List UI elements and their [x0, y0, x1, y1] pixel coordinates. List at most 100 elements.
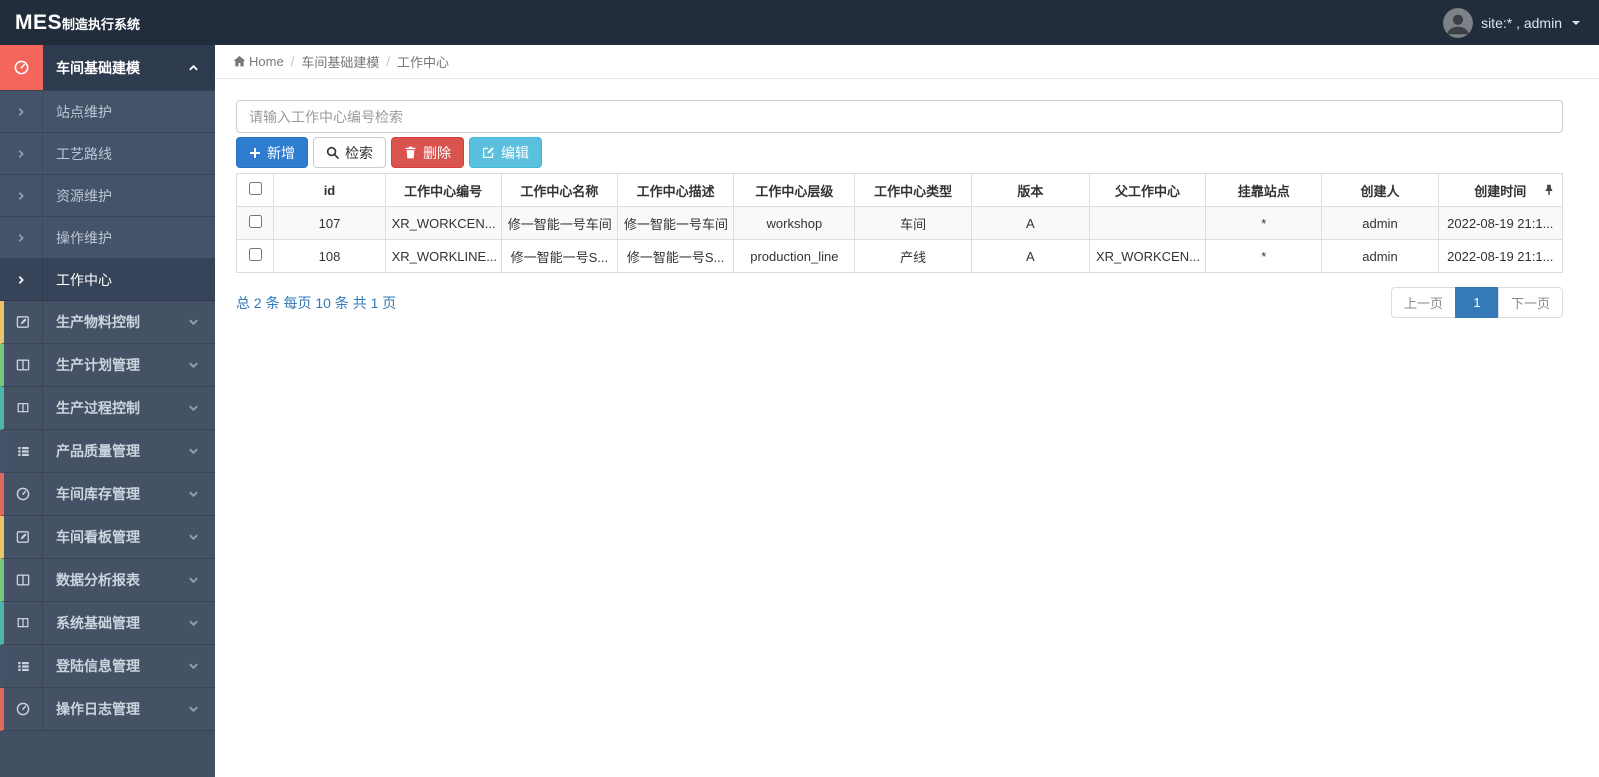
row-checkbox[interactable] [248, 248, 262, 261]
sidebar-group-label: 生产过程控制 [43, 387, 215, 429]
search-icon [326, 146, 339, 159]
query-button[interactable]: 检索 [313, 137, 386, 168]
column-header-parent[interactable]: 父工作中心 [1088, 173, 1207, 207]
user-menu[interactable]: site:* , admin [1443, 7, 1584, 38]
sidebar-item-operation-maintenance[interactable]: 操作维护 [0, 217, 215, 259]
next-page-button[interactable]: 下一页 [1497, 287, 1563, 318]
sidebar-group-process-control[interactable]: 生产过程控制 [0, 387, 215, 430]
cell-level: production_line [733, 239, 856, 273]
sidebar-group-material-control[interactable]: 生产物料控制 [0, 301, 215, 344]
cell-id: 107 [273, 206, 386, 240]
column-header-version[interactable]: 版本 [970, 173, 1090, 207]
search-input[interactable] [236, 100, 1563, 133]
cell-description: 修一智能一号S... [616, 239, 735, 273]
sidebar-item-label: 资源维护 [56, 187, 112, 204]
cell-version: A [970, 239, 1090, 273]
mes-app: MES 制造执行系统 site:* , admin 车间基础建模 站点维护 工艺… [0, 0, 1599, 777]
column-header-type[interactable]: 工作中心类型 [854, 173, 972, 207]
breadcrumb-workshop-modeling[interactable]: 车间基础建模 [301, 52, 379, 71]
sidebar-group-label: 生产计划管理 [43, 344, 215, 386]
sidebar-group-login-info[interactable]: 登陆信息管理 [0, 645, 215, 688]
breadcrumb-separator: / [290, 54, 295, 69]
sidebar-group-workshop-modeling[interactable]: 车间基础建模 [0, 45, 215, 91]
cell-type: 产线 [854, 239, 972, 273]
page-1-button[interactable]: 1 [1454, 287, 1499, 318]
sidebar-group-label: 产品质量管理 [43, 430, 215, 472]
sidebar-group-kanban-management[interactable]: 车间看板管理 [0, 516, 215, 559]
sidebar: 车间基础建模 站点维护 工艺路线 资源维护 操作维护 工作中心 生产物料控制 生… [0, 45, 215, 777]
pin-icon[interactable] [1544, 184, 1554, 196]
sidebar-group-label: 操作日志管理 [43, 688, 215, 730]
cell-parent: XR_WORKCEN... [1088, 239, 1207, 273]
prev-page-button[interactable]: 上一页 [1390, 287, 1456, 318]
sidebar-group-label: 车间库存管理 [43, 473, 215, 515]
column-header-station[interactable]: 挂靠站点 [1205, 173, 1323, 207]
table-row[interactable]: 108 XR_WORKLINE... 修一智能一号S... 修一智能一号S...… [235, 239, 1564, 273]
cell-version: A [970, 206, 1090, 240]
column-header-code[interactable]: 工作中心编号 [384, 173, 502, 207]
cell-create-time: 2022-08-19 21:1... [1437, 206, 1564, 240]
sidebar-group-label: 车间看板管理 [43, 516, 215, 558]
add-button[interactable]: 新增 [236, 137, 308, 168]
column-header-creator[interactable]: 创建人 [1321, 173, 1439, 207]
select-all-checkbox[interactable] [248, 182, 262, 195]
chevron-down-icon [188, 704, 199, 715]
cell-code: XR_WORKLINE... [384, 239, 502, 273]
sidebar-filler [0, 731, 215, 777]
cell-description: 修一智能一号车间 [616, 206, 735, 240]
sidebar-item-station-maintenance[interactable]: 站点维护 [0, 91, 215, 133]
breadcrumb-home[interactable]: Home [233, 54, 284, 69]
cell-type: 车间 [854, 206, 972, 240]
sidebar-group-quality-management[interactable]: 产品质量管理 [0, 430, 215, 473]
pagination-summary: 总 2 条 每页 10 条 共 1 页 [236, 294, 397, 311]
table-row[interactable]: 107 XR_WORKCEN... 修一智能一号车间 修一智能一号车间 work… [235, 206, 1564, 240]
cell-name: 修一智能一号车间 [500, 206, 619, 240]
sidebar-group-plan-management[interactable]: 生产计划管理 [0, 344, 215, 387]
chevron-down-icon [188, 317, 199, 328]
book-icon [4, 387, 43, 429]
delete-button[interactable]: 删除 [391, 137, 464, 168]
chevron-up-icon [188, 62, 199, 73]
table-footer: 总 2 条 每页 10 条 共 1 页 上一页 1 下一页 [236, 287, 1563, 318]
sidebar-item-label: 站点维护 [56, 103, 112, 120]
app-logo[interactable]: MES 制造执行系统 [15, 11, 140, 35]
columns-icon [4, 559, 43, 601]
column-header-level[interactable]: 工作中心层级 [733, 173, 856, 207]
gauge-icon [4, 688, 43, 730]
sidebar-group-system-management[interactable]: 系统基础管理 [0, 602, 215, 645]
breadcrumb-work-center: 工作中心 [396, 55, 449, 70]
brand-text-rest: 制造执行系统 [62, 16, 141, 32]
sidebar-item-process-route[interactable]: 工艺路线 [0, 133, 215, 175]
cell-creator: admin [1321, 239, 1439, 273]
chevron-right-icon [0, 217, 43, 258]
brand-text-bold: MES [15, 10, 63, 34]
chevron-down-icon [188, 661, 199, 672]
sidebar-group-inventory-management[interactable]: 车间库存管理 [0, 473, 215, 516]
sidebar-group-label: 登陆信息管理 [43, 645, 215, 687]
row-select-cell [235, 206, 275, 240]
sidebar-group-label: 车间基础建模 [43, 45, 215, 90]
chevron-right-icon [0, 91, 43, 132]
column-header-name[interactable]: 工作中心名称 [500, 173, 619, 207]
cell-level: workshop [733, 206, 856, 240]
list-icon [4, 645, 43, 687]
column-header-description[interactable]: 工作中心描述 [616, 173, 735, 207]
chevron-down-icon [188, 575, 199, 586]
column-header-id[interactable]: id [273, 173, 386, 207]
gauge-icon [0, 45, 43, 90]
avatar [1443, 7, 1474, 38]
sidebar-group-operation-log[interactable]: 操作日志管理 [0, 688, 215, 731]
row-checkbox[interactable] [248, 215, 262, 228]
columns-icon [4, 344, 43, 386]
cell-station: * [1205, 206, 1323, 240]
column-header-create-time[interactable]: 创建时间 [1437, 173, 1564, 207]
sidebar-group-data-analysis[interactable]: 数据分析报表 [0, 559, 215, 602]
sidebar-item-work-center[interactable]: 工作中心 [0, 259, 215, 301]
sidebar-group-label: 系统基础管理 [43, 602, 215, 644]
chevron-down-icon [188, 403, 199, 414]
edit-button[interactable]: 编辑 [469, 137, 542, 168]
edit-icon [4, 516, 43, 558]
sidebar-item-resource-maintenance[interactable]: 资源维护 [0, 175, 215, 217]
chevron-down-icon [188, 489, 199, 500]
pagination: 上一页 1 下一页 [1390, 287, 1563, 318]
